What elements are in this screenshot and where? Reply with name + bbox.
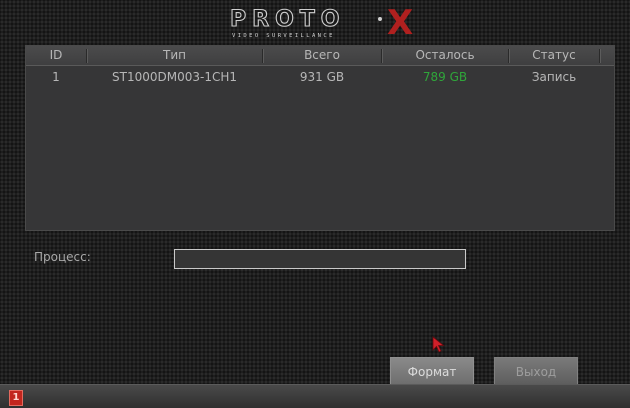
disk-table: ID Тип Всего Осталось Статус 1 ST1000DM0…	[25, 45, 615, 231]
column-header-id: ID	[49, 48, 63, 62]
alarm-indicator-icon[interactable]: 1	[9, 390, 23, 406]
table-header: ID Тип Всего Осталось Статус	[26, 46, 614, 66]
exit-button[interactable]: Выход	[494, 357, 578, 385]
cell-total: 931 GB	[299, 70, 345, 84]
column-header-status: Статус	[532, 48, 576, 62]
header: PROTO X VIDEO SURVEILLANCE	[0, 0, 630, 40]
brand-logo: PROTO X VIDEO SURVEILLANCE	[229, 4, 413, 40]
cell-id: 1	[52, 70, 60, 84]
format-button[interactable]: Формат	[390, 357, 474, 385]
brand-tagline: VIDEO SURVEILLANCE	[232, 33, 335, 39]
brand-x: X	[387, 4, 413, 40]
column-header-remaining: Осталось	[415, 48, 475, 62]
cell-status: Запись	[531, 70, 577, 84]
hdd-manager-screen: PROTO X VIDEO SURVEILLANCE ID Тип Всего …	[0, 0, 630, 408]
column-header-type: Тип	[163, 48, 186, 62]
column-header-total: Всего	[304, 48, 340, 62]
bottom-status-bar: 1	[0, 384, 630, 408]
mouse-cursor-icon	[432, 336, 445, 353]
cell-remaining: 789 GB	[422, 70, 468, 84]
cell-type: ST1000DM003-1CH1	[112, 70, 237, 84]
table-row[interactable]: 1 ST1000DM003-1CH1 931 GB 789 GB Запись	[26, 68, 614, 87]
brand-name: PROTO	[230, 7, 345, 32]
format-progress-bar	[174, 249, 466, 269]
process-label: Процесс:	[34, 250, 91, 264]
